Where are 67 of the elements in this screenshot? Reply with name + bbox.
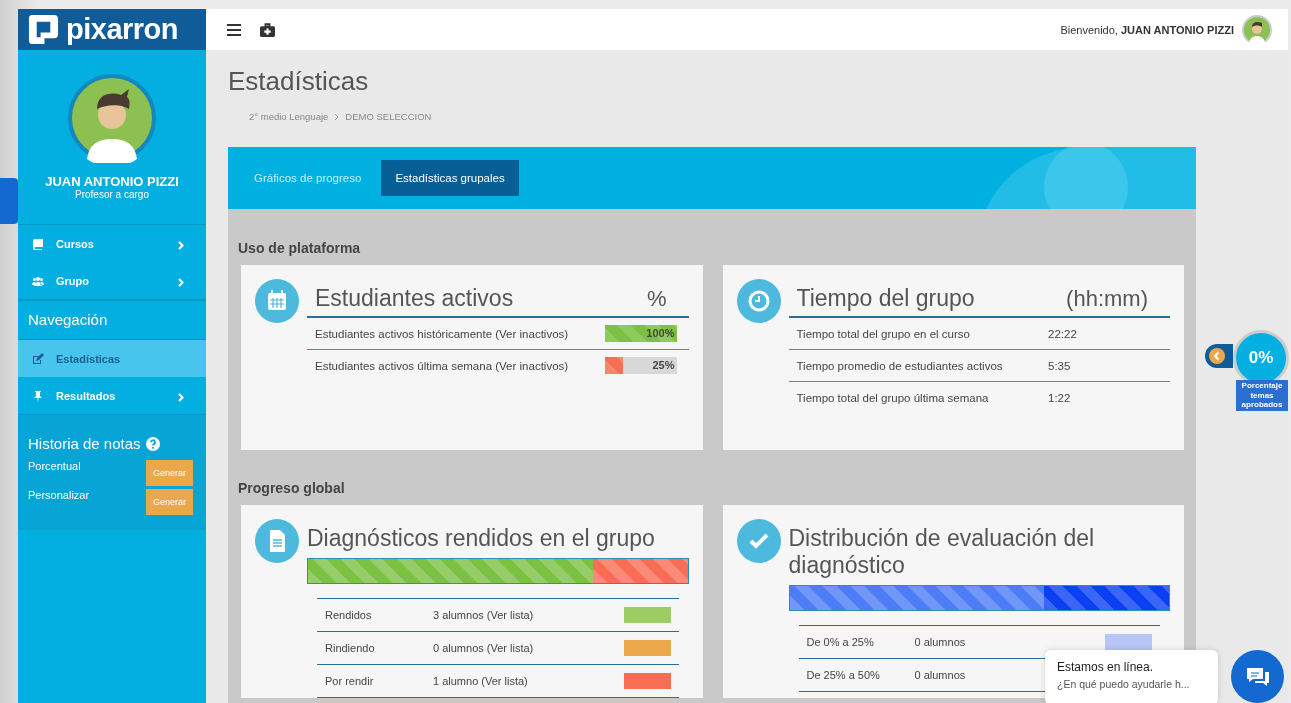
percentage-caption: Porcentaje temas aprobados	[1236, 380, 1288, 411]
legend-label: De 25% a 50%	[806, 669, 881, 681]
history-option: Porcentual	[28, 460, 81, 472]
chat-message: ¿En qué puedo ayudarle h...	[1057, 678, 1191, 690]
legend-value: 0 alumnos	[914, 669, 967, 681]
page-title: Estadísticas	[228, 66, 370, 97]
stat-value: 5:35	[1048, 359, 1072, 372]
stat-label: Tiempo total del grupo última semana	[796, 391, 990, 404]
chevron-left-icon	[1209, 348, 1225, 364]
document-icon	[255, 519, 299, 563]
card-title: Diagnósticos rendidos en el grupo	[307, 525, 655, 552]
chat-bubble[interactable]: Estamos en línea. ¿En qué puedo ayudarle h...	[1045, 650, 1218, 703]
legend-value: 3 alumnos (Ver lista)	[433, 609, 535, 621]
chevron-icon	[178, 241, 184, 250]
chevron-icon	[178, 393, 184, 402]
group-icon	[32, 274, 44, 287]
logo-text: pixarron	[66, 13, 179, 46]
avatar[interactable]	[1242, 14, 1272, 45]
logo-icon	[27, 13, 60, 46]
tab[interactable]: Estadísticas grupales	[381, 160, 519, 196]
stat-label: Tiempo promedio de estudiantes activos	[796, 359, 1004, 372]
section-title: Uso de plataforma	[238, 240, 362, 256]
progress-reading: 25%	[652, 359, 675, 371]
unit-label: (hh:mm)	[1066, 286, 1148, 312]
menu-icon[interactable]	[227, 23, 241, 36]
chevron-icon	[178, 278, 184, 287]
check-icon	[736, 519, 781, 563]
chevron-icon	[334, 112, 340, 121]
nav-item[interactable]: Cursos	[18, 225, 206, 262]
legend-label: Rindiendo	[325, 642, 376, 654]
legend-label: Por rendir	[325, 675, 375, 687]
generate-button[interactable]: Generar	[146, 460, 193, 486]
medical-kit-icon[interactable]	[260, 22, 275, 37]
unit-label: %	[646, 286, 667, 312]
stat-label: Estudiantes activos históricamente (Ver inactivos)	[315, 327, 570, 340]
tab[interactable]: Gráficos de progreso	[240, 160, 376, 196]
generate-button[interactable]: Generar	[146, 489, 193, 515]
nav-item[interactable]: Resultados	[18, 377, 206, 414]
edit-icon	[32, 352, 44, 365]
stat-value: 1:22	[1048, 391, 1072, 404]
help-icon[interactable]	[145, 436, 160, 451]
card-title: Distribución de evaluación del diagnóstico	[788, 525, 1096, 579]
history-option: Personalizar	[28, 489, 90, 501]
toggle-tab[interactable]	[1205, 344, 1233, 368]
breadcrumb-link[interactable]: 2° medio Lenguaje	[249, 111, 329, 122]
stat-label: Tiempo total del grupo en el curso	[796, 327, 971, 340]
legend-value: 1 alumno (Ver lista)	[433, 675, 529, 687]
welcome-text: Bienvenido, JUAN ANTONIO PIZZI	[1060, 23, 1234, 36]
stat-value: 22:22	[1048, 327, 1078, 340]
history-title: Historia de notas	[28, 435, 141, 452]
profile-name: JUAN ANTONIO PIZZI	[45, 174, 179, 189]
calendar-icon	[255, 279, 299, 323]
legend-value: 0 alumnos (Ver lista)	[433, 642, 535, 654]
legend-label: De 0% a 25%	[806, 636, 875, 648]
breadcrumb-link[interactable]: DEMO SELECCION	[345, 111, 432, 122]
card-title: Tiempo del grupo	[796, 285, 975, 312]
book-icon	[32, 237, 44, 250]
nav-item[interactable]: Estadísticas	[18, 340, 206, 377]
progress-reading: 100%	[646, 327, 675, 339]
chat-title: Estamos en línea.	[1057, 660, 1155, 674]
clock-icon	[736, 279, 781, 323]
stat-label: Estudiantes activos última semana (Ver inactivos)	[315, 359, 570, 372]
legend-value: 0 alumnos	[914, 636, 967, 648]
section-title: Progreso global	[238, 480, 346, 496]
profile-role: Profesor a cargo	[75, 189, 149, 200]
legend-label: Rendidos	[325, 609, 373, 621]
card-title: Estudiantes activos	[315, 285, 514, 312]
